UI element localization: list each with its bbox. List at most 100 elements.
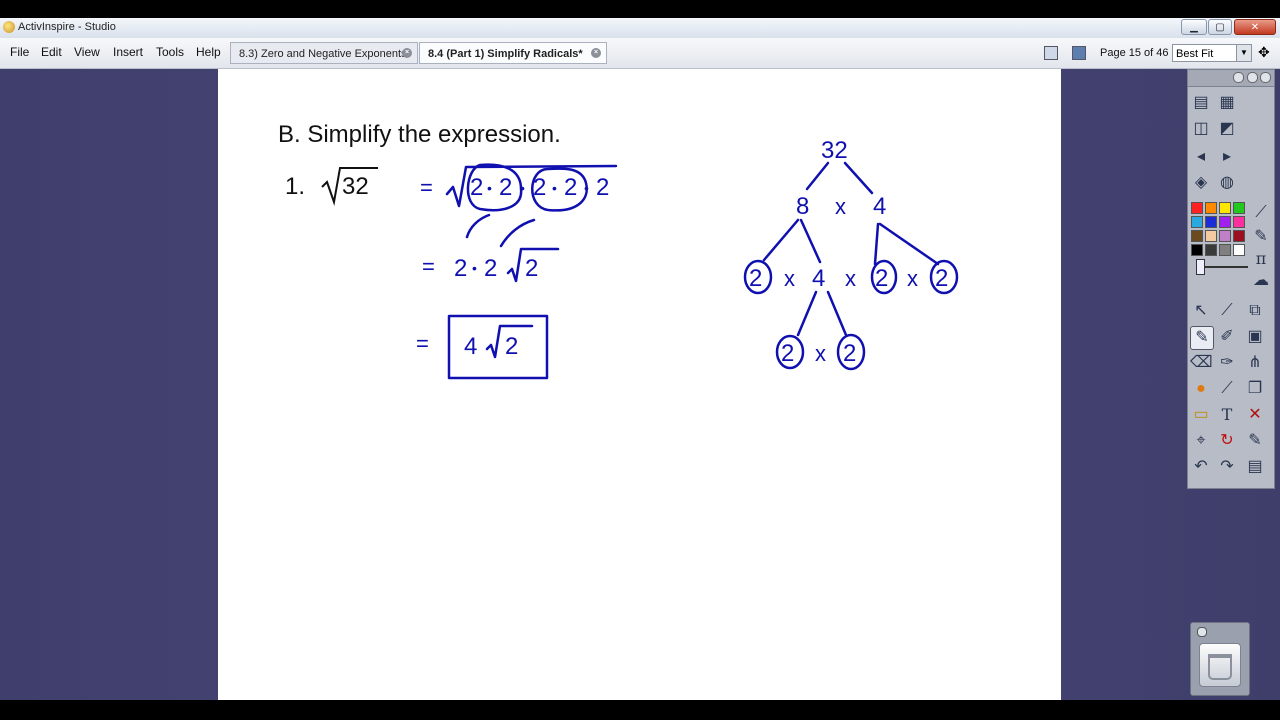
previous-page-icon[interactable]: ◂ [1190,146,1212,168]
menu-file[interactable]: File [10,45,29,59]
answer-coefficient: 4 [464,333,477,360]
title-bar: ActivInspire - Studio ▁ ▢ ✕ [0,18,1280,38]
reset-icon[interactable]: ↻ [1216,430,1238,452]
main-menu-icon[interactable]: ▤ [1190,92,1212,114]
pi-icon[interactable]: π [1250,248,1272,270]
workspace: B. Simplify the expression. 1. 32 = 2 • … [0,69,1280,700]
dual-user-icon[interactable]: ◫ [1190,118,1212,140]
color-swatch[interactable] [1205,216,1217,228]
main-toolbox: ▤ ▦ ◫ ◩ ◂ ▸ ◈ ◍ ⟋ ✎ π ☁ ↖ ⟋ ⧉ ✎ ✐ ▣ ⌫ ✑ … [1187,69,1275,489]
redo-icon[interactable]: ↷ [1216,456,1238,478]
color-swatch[interactable] [1219,202,1231,214]
maximize-button[interactable]: ▢ [1208,19,1232,35]
step2-radicand: 2 [525,255,538,282]
color-swatch[interactable] [1191,244,1203,256]
tree-level3-x: x [815,341,826,366]
step1-equals: = [420,175,433,200]
color-swatch[interactable] [1205,202,1217,214]
tool-icon[interactable]: ⟋ [1216,300,1238,322]
undo-icon[interactable]: ↶ [1190,456,1212,478]
tool-icon[interactable]: ⋔ [1244,352,1266,374]
toolbox-collapse-icon[interactable] [1247,72,1258,83]
toolbox-close-icon[interactable] [1260,72,1271,83]
color-swatch[interactable] [1191,230,1203,242]
radicand-32: 32 [342,173,369,200]
minimize-button[interactable]: ▁ [1181,19,1207,35]
page-browser-icon[interactable] [1044,46,1058,60]
trash-can-icon[interactable] [1199,643,1241,687]
step2-outside-1: 2 [454,255,467,282]
trash-panel-pin-icon[interactable] [1197,627,1207,637]
tab-simplify-radicals[interactable]: 8.4 (Part 1) Simplify Radicals* × [419,42,607,64]
connector-icon[interactable]: ⟋ [1216,378,1238,400]
trash-panel [1190,622,1250,696]
color-swatch[interactable] [1233,202,1245,214]
menu-tools[interactable]: Tools [156,45,184,59]
color-swatch[interactable] [1191,202,1203,214]
text-tool-icon[interactable]: T [1216,404,1238,426]
color-swatch[interactable] [1233,216,1245,228]
tool-icon[interactable]: ✎ [1244,430,1266,452]
tool-icon[interactable]: ✎ [1250,226,1272,248]
reset-page-icon[interactable]: ◈ [1190,172,1212,194]
tool-icon[interactable]: ▤ [1244,456,1266,478]
desktop-annotate-icon[interactable] [1072,46,1086,60]
tree-level3-2a: 2 [781,340,794,367]
toolbox-pin-icon[interactable] [1233,72,1244,83]
delete-icon[interactable]: ✕ [1244,404,1266,426]
dot-3: • [552,180,557,196]
tool-icon[interactable]: ⌖ [1190,430,1212,452]
toolbox-header[interactable] [1188,70,1274,87]
tool-icon[interactable]: ▣ [1244,326,1266,348]
page-heading: B. Simplify the expression. [278,121,561,148]
magic-ink-icon[interactable]: ✑ [1216,352,1238,374]
chevron-down-icon[interactable]: ▼ [1236,45,1251,61]
expand-arrows-icon[interactable]: ✥ [1258,45,1274,59]
tree-branch [878,222,940,266]
color-swatch[interactable] [1191,216,1203,228]
tools-globe-icon[interactable]: ◍ [1216,172,1238,194]
pair-stroke-1 [465,213,491,239]
tree-level2-2c: 2 [935,265,948,292]
color-swatch[interactable] [1205,244,1217,256]
tab-zero-negative-exponents[interactable]: 8.3) Zero and Negative Exponents × [230,42,418,64]
pair-stroke-2 [499,218,536,248]
zoom-select[interactable]: Best Fit ▼ [1172,44,1252,62]
color-swatch[interactable] [1205,230,1217,242]
eraser-icon[interactable]: ⌫ [1190,352,1213,374]
tab-close-icon[interactable]: × [402,48,412,58]
tree-level2-x3: x [907,266,918,291]
menu-insert[interactable]: Insert [113,45,143,59]
flipchart-page[interactable]: B. Simplify the expression. 1. 32 = 2 • … [218,69,1061,700]
menu-help[interactable]: Help [196,45,221,59]
shape-icon[interactable]: ● [1190,378,1212,400]
tool-icon[interactable]: ⟋ [1250,202,1272,224]
tree-branch [799,218,822,264]
browsers-icon[interactable]: ▦ [1216,92,1238,114]
color-swatch[interactable] [1233,244,1245,256]
color-swatch[interactable] [1219,244,1231,256]
highlighter-icon[interactable]: ✐ [1216,326,1238,348]
tool-icon[interactable]: ☁ [1250,270,1272,292]
menu-view[interactable]: View [74,45,100,59]
fill-icon[interactable]: ▭ [1190,404,1212,426]
next-page-icon[interactable]: ▸ [1216,146,1238,168]
color-swatch[interactable] [1233,230,1245,242]
desktop-icon[interactable]: ◩ [1216,118,1238,140]
close-button[interactable]: ✕ [1234,19,1276,35]
answer-equals: = [416,331,429,356]
tree-level2-2b: 2 [875,265,888,292]
color-swatch[interactable] [1219,230,1231,242]
tree-branch [805,161,830,191]
tree-level1-4: 4 [873,193,886,220]
tool-icon[interactable]: ❐ [1244,378,1266,400]
pen-icon[interactable]: ✎ [1190,326,1214,350]
menu-edit[interactable]: Edit [41,45,62,59]
pen-width-slider-handle[interactable] [1196,259,1205,275]
tab-close-icon[interactable]: × [591,48,601,58]
color-swatch[interactable] [1219,216,1231,228]
activinspire-icon [3,21,15,33]
tool-icon[interactable]: ⧉ [1244,300,1266,322]
step2-outside-2: 2 [484,255,497,282]
select-icon[interactable]: ↖ [1190,300,1212,322]
